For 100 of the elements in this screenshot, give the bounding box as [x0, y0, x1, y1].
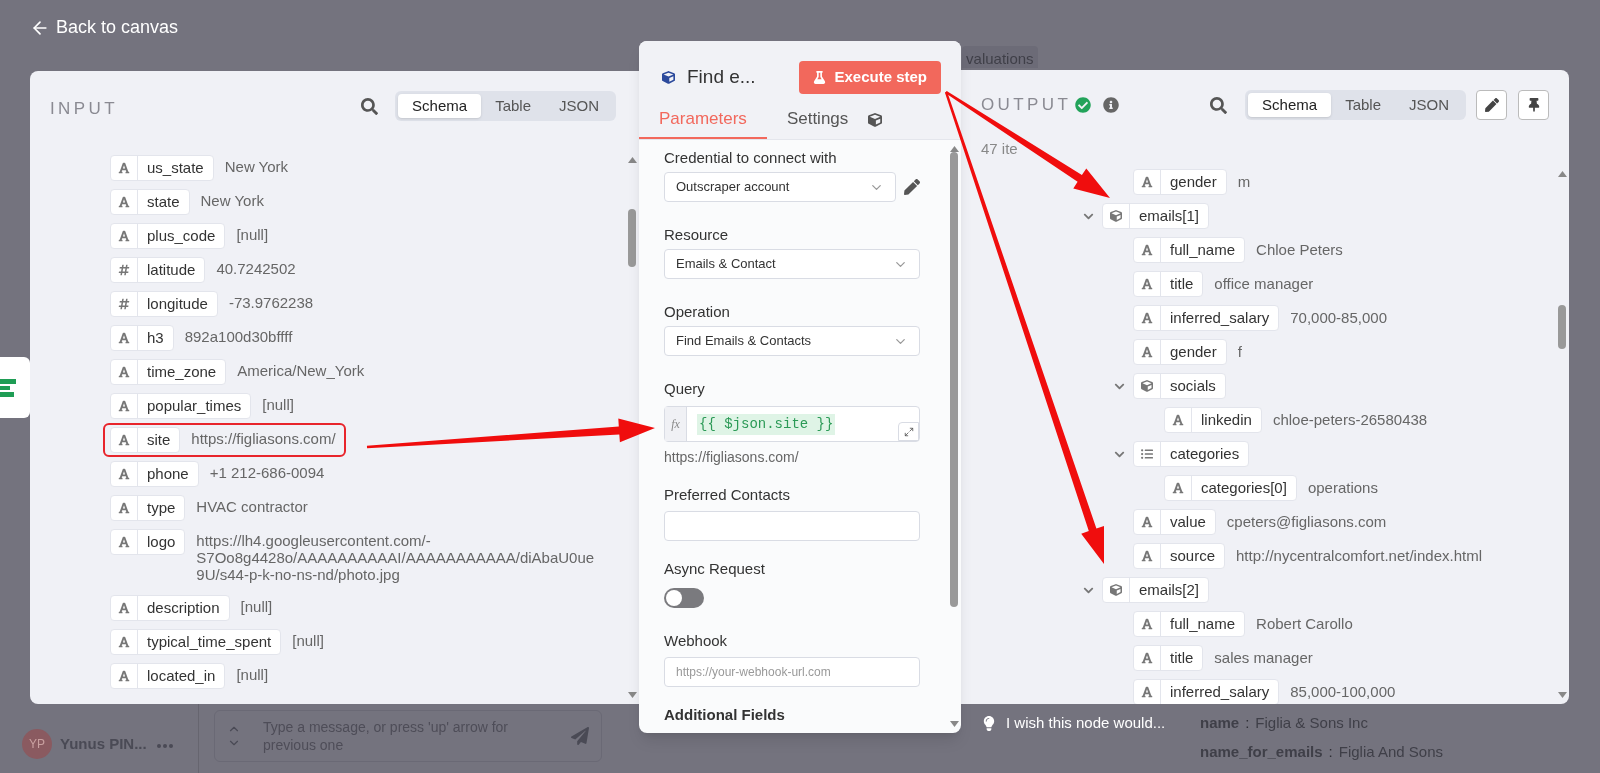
- scroll-up-icon[interactable]: [1557, 171, 1567, 177]
- field-chip[interactable]: categories: [1133, 441, 1250, 467]
- field-chip[interactable]: source: [1133, 543, 1226, 569]
- field-value: 85,000-100,000: [1290, 681, 1396, 702]
- field-value: +1 212-686-0094: [209, 464, 325, 481]
- info-icon[interactable]: [1103, 97, 1120, 113]
- field-key: source: [1161, 544, 1225, 568]
- side-handle[interactable]: [0, 357, 30, 418]
- view-tab[interactable]: Schema: [398, 94, 482, 118]
- field-value: Robert Carollo: [1256, 613, 1353, 634]
- text-type-icon: [118, 502, 130, 514]
- expand-button[interactable]: [898, 422, 919, 441]
- field-label: Query: [664, 379, 706, 399]
- field-value: [null]: [240, 598, 273, 615]
- scroll-down-icon[interactable]: [1557, 692, 1567, 698]
- field-chip[interactable]: longitude: [110, 291, 218, 317]
- scrollbar-thumb[interactable]: [628, 209, 636, 267]
- field-chip[interactable]: full_name: [1133, 237, 1246, 263]
- field-key: title: [1161, 646, 1203, 670]
- text-field[interactable]: [664, 511, 920, 541]
- field-key: latitude: [138, 258, 205, 282]
- scroll-up-icon[interactable]: [627, 157, 637, 163]
- field-chip[interactable]: linkedin: [1164, 407, 1262, 433]
- field-key: emails[1]: [1130, 204, 1209, 228]
- field-chip[interactable]: state: [110, 189, 190, 215]
- scroll-down-icon[interactable]: [949, 721, 959, 727]
- field-chip[interactable]: emails[1]: [1102, 203, 1210, 229]
- panel-title: OUTPUT: [981, 94, 1072, 117]
- field-value: cpeters@figliasons.com: [1226, 511, 1387, 532]
- text-type-icon: [118, 366, 130, 378]
- field-chip[interactable]: gender: [1133, 339, 1227, 365]
- field-chip[interactable]: type: [110, 495, 186, 521]
- field-chip[interactable]: inferred_salary: [1133, 679, 1280, 704]
- back-link[interactable]: Back to canvas: [30, 14, 179, 41]
- search-icon[interactable]: [1210, 96, 1228, 114]
- view-tab[interactable]: Table: [481, 94, 545, 118]
- field-value: [null]: [292, 632, 324, 649]
- view-tab[interactable]: Table: [1331, 93, 1395, 117]
- cube-icon[interactable]: [868, 113, 883, 127]
- field-chip[interactable]: value: [1133, 509, 1216, 535]
- field-key: longitude: [138, 292, 217, 316]
- field-chip[interactable]: us_state: [110, 155, 214, 181]
- field-chip[interactable]: phone: [110, 461, 199, 487]
- expression-result: https://figliasons.com/: [664, 448, 800, 467]
- field-chip[interactable]: inferred_salary: [1133, 305, 1280, 331]
- field-value: office manager: [1214, 273, 1314, 294]
- select-field[interactable]: Find Emails & Contacts: [664, 326, 920, 356]
- field-key: time_zone: [138, 360, 226, 384]
- view-tab[interactable]: JSON: [545, 94, 613, 118]
- flask-icon: [813, 71, 827, 84]
- field-chip[interactable]: gender: [1133, 169, 1227, 195]
- expand-icon: [903, 426, 914, 437]
- text-type-icon: [1141, 176, 1153, 188]
- text-field[interactable]: https://your-webhook-url.com: [664, 657, 920, 687]
- field-chip[interactable]: popular_times: [110, 393, 252, 419]
- field-key: type: [138, 496, 185, 520]
- field-value: 70,000-85,000: [1290, 307, 1387, 328]
- scrollbar-thumb[interactable]: [950, 152, 958, 607]
- scrollbar-thumb[interactable]: [1558, 305, 1566, 349]
- field-key: located_in: [138, 664, 225, 688]
- field-chip[interactable]: socials: [1133, 373, 1226, 399]
- text-type-icon: [1141, 346, 1153, 358]
- edit-icon[interactable]: [904, 179, 920, 195]
- send-icon[interactable]: [571, 727, 589, 745]
- field-key: full_name: [1161, 612, 1245, 636]
- node-tab[interactable]: Settings: [766, 101, 869, 139]
- feedback-link[interactable]: I wish this node would...: [982, 712, 1166, 735]
- field-chip[interactable]: h3: [110, 325, 174, 351]
- field-key: socials: [1161, 374, 1225, 398]
- field-chip[interactable]: full_name: [1133, 611, 1246, 637]
- toggle-switch[interactable]: [664, 588, 704, 608]
- item-count: 47 ite: [981, 139, 1019, 158]
- field-chip[interactable]: title: [1133, 645, 1204, 671]
- edit-button[interactable]: [1476, 90, 1507, 120]
- more-icon[interactable]: [156, 744, 173, 748]
- select-field[interactable]: Outscraper account: [664, 172, 896, 202]
- view-tab[interactable]: JSON: [1395, 93, 1463, 117]
- view-tab[interactable]: Schema: [1248, 93, 1332, 117]
- field-chip[interactable]: emails[2]: [1102, 577, 1210, 603]
- field-chip[interactable]: plus_code: [110, 223, 226, 249]
- pin-button[interactable]: [1518, 90, 1549, 120]
- text-type-icon: [118, 434, 130, 446]
- field-chip[interactable]: latitude: [110, 257, 206, 283]
- field-chip[interactable]: located_in: [110, 663, 226, 689]
- field-label: Preferred Contacts: [664, 485, 791, 505]
- select-field[interactable]: Emails & Contact: [664, 249, 920, 279]
- field-chip[interactable]: site: [110, 427, 181, 453]
- text-type-icon: [1141, 278, 1153, 290]
- expression-value: {{ $json.site }}: [697, 413, 836, 435]
- field-chip[interactable]: description: [110, 595, 230, 621]
- search-icon[interactable]: [361, 98, 379, 115]
- field-chip[interactable]: categories[0]: [1164, 475, 1297, 501]
- field-chip[interactable]: time_zone: [110, 359, 227, 385]
- field-chip[interactable]: title: [1133, 271, 1204, 297]
- field-value: HVAC contractor: [196, 498, 308, 515]
- field-chip[interactable]: typical_time_spent: [110, 629, 282, 655]
- field-chip[interactable]: logo: [110, 529, 186, 555]
- field-value: sales manager: [1214, 647, 1313, 668]
- scroll-down-icon[interactable]: [627, 692, 637, 698]
- text-type-icon: [118, 332, 130, 344]
